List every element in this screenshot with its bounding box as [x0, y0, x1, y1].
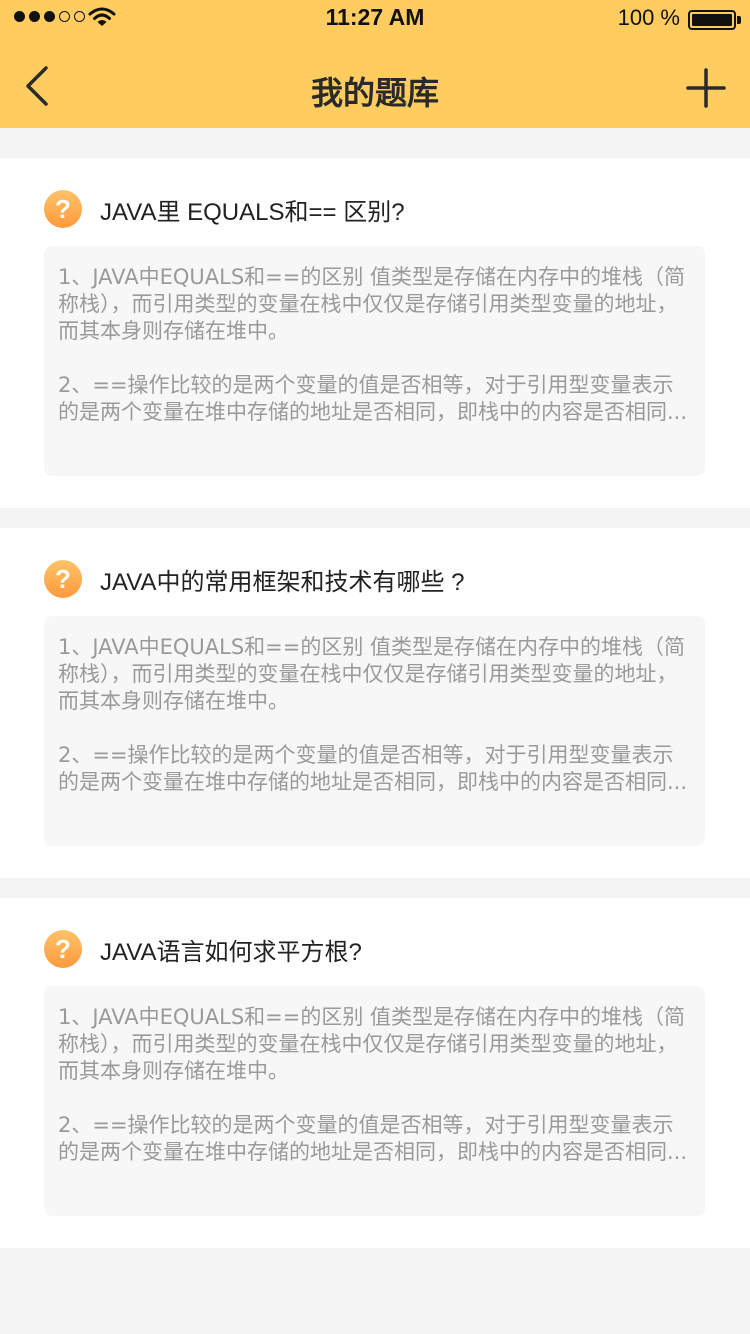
- question-header: ? JAVA语言如何求平方根?: [44, 930, 362, 968]
- battery-tip: [737, 16, 741, 24]
- answer-preview[interactable]: 1、JAVA中EQUALS和==的区别 值类型是存储在内存中的堆栈（简称栈），而…: [44, 246, 705, 476]
- answer-paragraph: 2、==操作比较的是两个变量的值是否相等，对于引用型变量表示的是两个变量在堆中存…: [58, 1113, 688, 1164]
- add-button[interactable]: [684, 66, 728, 110]
- answer-paragraph: 2、==操作比较的是两个变量的值是否相等，对于引用型变量表示的是两个变量在堆中存…: [58, 373, 688, 424]
- question-mark-icon: ?: [44, 560, 82, 598]
- question-title[interactable]: JAVA里 EQUALS和== 区别?: [100, 192, 405, 227]
- question-card[interactable]: ? JAVA中的常用框架和技术有哪些 ? 1、JAVA中EQUALS和==的区别…: [0, 528, 750, 878]
- header: 11:27 AM 100 % 我的题库: [0, 0, 750, 128]
- question-card[interactable]: ? JAVA语言如何求平方根? 1、JAVA中EQUALS和==的区别 值类型是…: [0, 898, 750, 1248]
- answer-paragraph: 1、JAVA中EQUALS和==的区别 值类型是存储在内存中的堆栈（简称栈），而…: [58, 1005, 686, 1083]
- answer-paragraph: 2、==操作比较的是两个变量的值是否相等，对于引用型变量表示的是两个变量在堆中存…: [58, 743, 688, 794]
- question-header: ? JAVA中的常用框架和技术有哪些 ?: [44, 560, 464, 598]
- nav-bar: 我的题库: [0, 40, 750, 128]
- question-title[interactable]: JAVA中的常用框架和技术有哪些 ?: [100, 562, 464, 597]
- question-mark-icon: ?: [44, 930, 82, 968]
- page-title: 我的题库: [310, 74, 439, 112]
- answer-paragraph: 1、JAVA中EQUALS和==的区别 值类型是存储在内存中的堆栈（简称栈），而…: [58, 265, 686, 343]
- question-card[interactable]: ? JAVA里 EQUALS和== 区别? 1、JAVA中EQUALS和==的区…: [0, 158, 750, 508]
- question-title[interactable]: JAVA语言如何求平方根?: [100, 932, 362, 967]
- answer-preview[interactable]: 1、JAVA中EQUALS和==的区别 值类型是存储在内存中的堆栈（简称栈），而…: [44, 616, 705, 846]
- question-mark-icon: ?: [44, 190, 82, 228]
- battery-percent: 100 %: [617, 5, 680, 30]
- battery-icon: [688, 10, 736, 30]
- answer-paragraph: 1、JAVA中EQUALS和==的区别 值类型是存储在内存中的堆栈（简称栈），而…: [58, 635, 686, 713]
- status-bar: 11:27 AM 100 %: [0, 0, 750, 40]
- plus-icon: [686, 68, 726, 108]
- question-header: ? JAVA里 EQUALS和== 区别?: [44, 190, 405, 228]
- answer-preview[interactable]: 1、JAVA中EQUALS和==的区别 值类型是存储在内存中的堆栈（简称栈），而…: [44, 986, 705, 1216]
